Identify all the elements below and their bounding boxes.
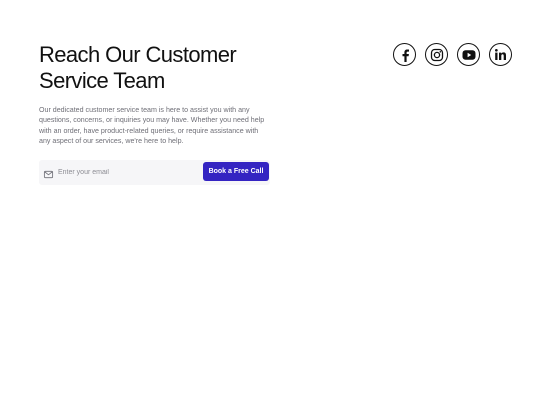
instagram-icon [430,48,443,61]
title-line-2: Service Team [39,68,165,93]
social-links [393,43,512,66]
book-free-call-button[interactable]: Book a Free Call [203,162,269,181]
facebook-icon [402,49,409,62]
youtube-link[interactable] [457,43,480,66]
facebook-link[interactable] [393,43,416,66]
description: Our dedicated customer service team is h… [39,106,265,146]
email-input[interactable] [58,169,198,176]
page-title: Reach Our Customer Service Team [39,42,275,94]
linkedin-icon [495,48,506,60]
mail-icon [43,167,54,179]
title-line-1: Reach Our Customer [39,42,237,67]
contact-section: Reach Our Customer Service Team Our dedi… [39,42,275,147]
email-form: Book a Free Call [39,160,270,185]
instagram-link[interactable] [425,43,448,66]
youtube-icon [462,49,475,60]
linkedin-link[interactable] [489,43,512,66]
